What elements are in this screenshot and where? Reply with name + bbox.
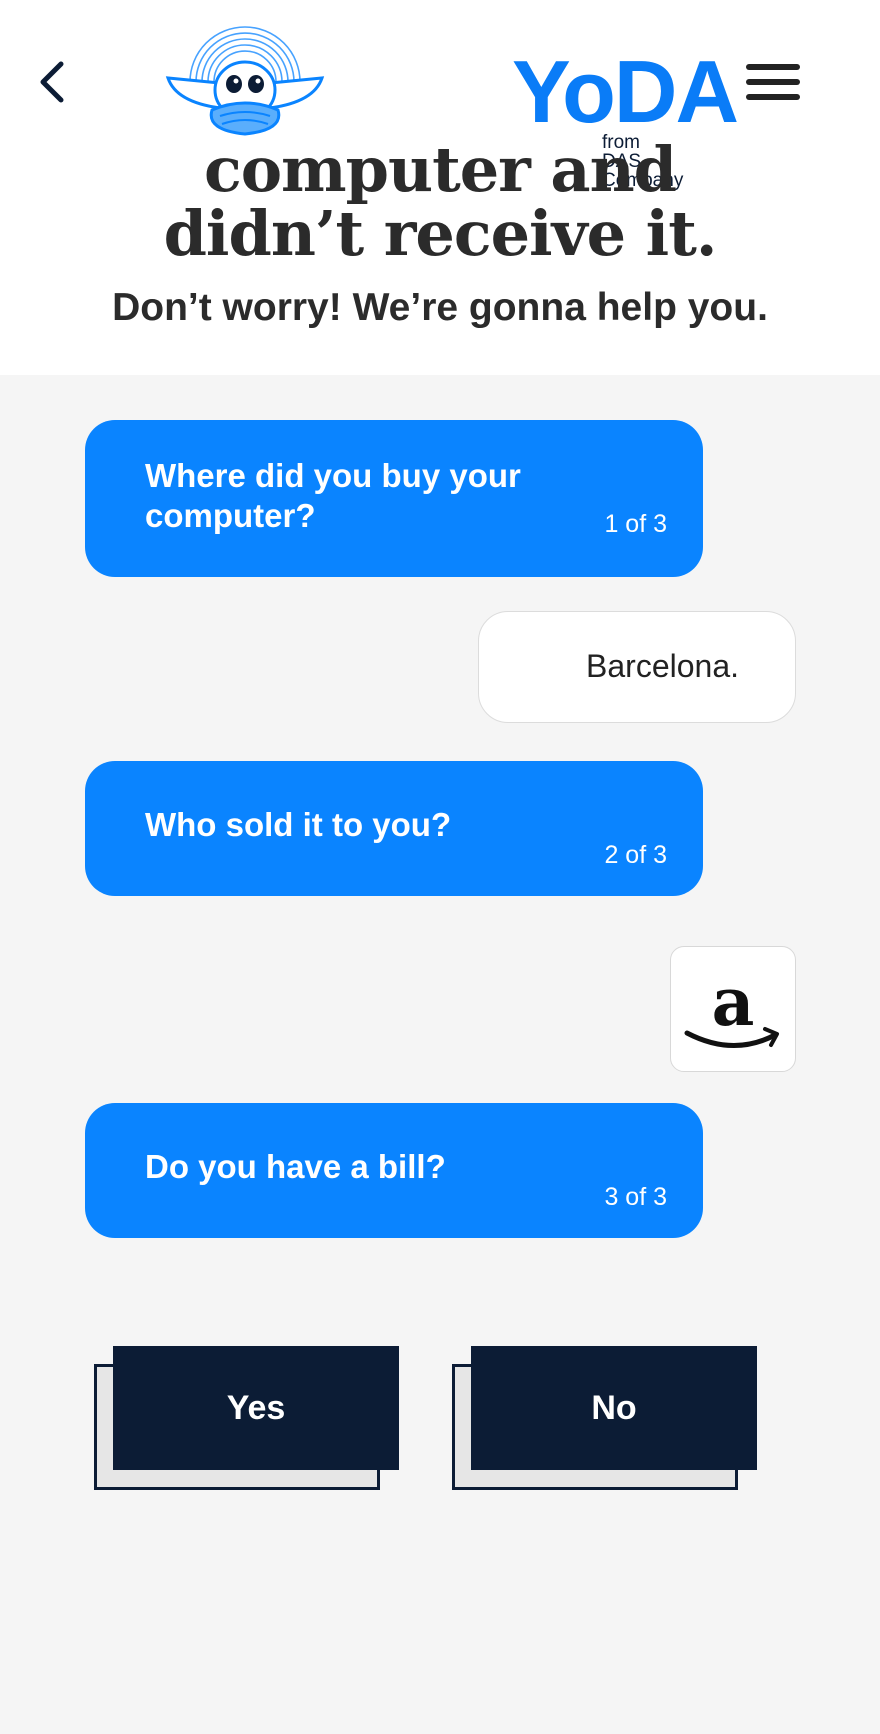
question-counter: 3 of 3 [604,1183,667,1211]
no-button[interactable]: No [452,1346,757,1492]
header: YoDA from DAS Company computer and didn’… [0,0,880,375]
page-subhead: Don’t worry! We’re gonna help you. [112,286,768,329]
question-bubble-1: Where did you buy your computer? 1 of 3 [85,420,703,577]
no-button-label[interactable]: No [471,1346,757,1470]
question-text: Do you have a bill? [145,1148,446,1185]
answer-text: Barcelona. [586,648,739,684]
menu-button[interactable] [740,56,808,108]
yoda-mascot-logo [165,26,325,136]
question-bubble-2: Who sold it to you? 2 of 3 [85,761,703,896]
question-counter: 2 of 3 [604,841,667,869]
answer-bubble-2: a [670,946,796,1072]
question-text: Who sold it to you? [145,806,452,843]
back-button[interactable] [28,52,76,112]
chevron-left-icon [40,61,64,103]
question-bubble-3: Do you have a bill? 3 of 3 [85,1103,703,1238]
brand-name: YoDA [512,42,739,141]
page-headline: computer and didn’t receive it. [0,138,880,266]
headline-line-1: computer and [203,133,677,206]
amazon-letter: a [712,963,755,1041]
page: YoDA from DAS Company computer and didn’… [0,0,880,1734]
hamburger-menu-icon [746,64,800,100]
question-text: Where did you buy your computer? [145,457,521,534]
yes-button[interactable]: Yes [94,1346,399,1492]
answer-bubble-1: Barcelona. [478,611,796,723]
yes-button-label[interactable]: Yes [113,1346,399,1470]
logo[interactable]: YoDA from DAS Company [160,12,739,190]
question-counter: 1 of 3 [604,510,667,538]
headline-line-2: didn’t receive it. [163,197,718,270]
amazon-logo: a [684,963,779,1048]
